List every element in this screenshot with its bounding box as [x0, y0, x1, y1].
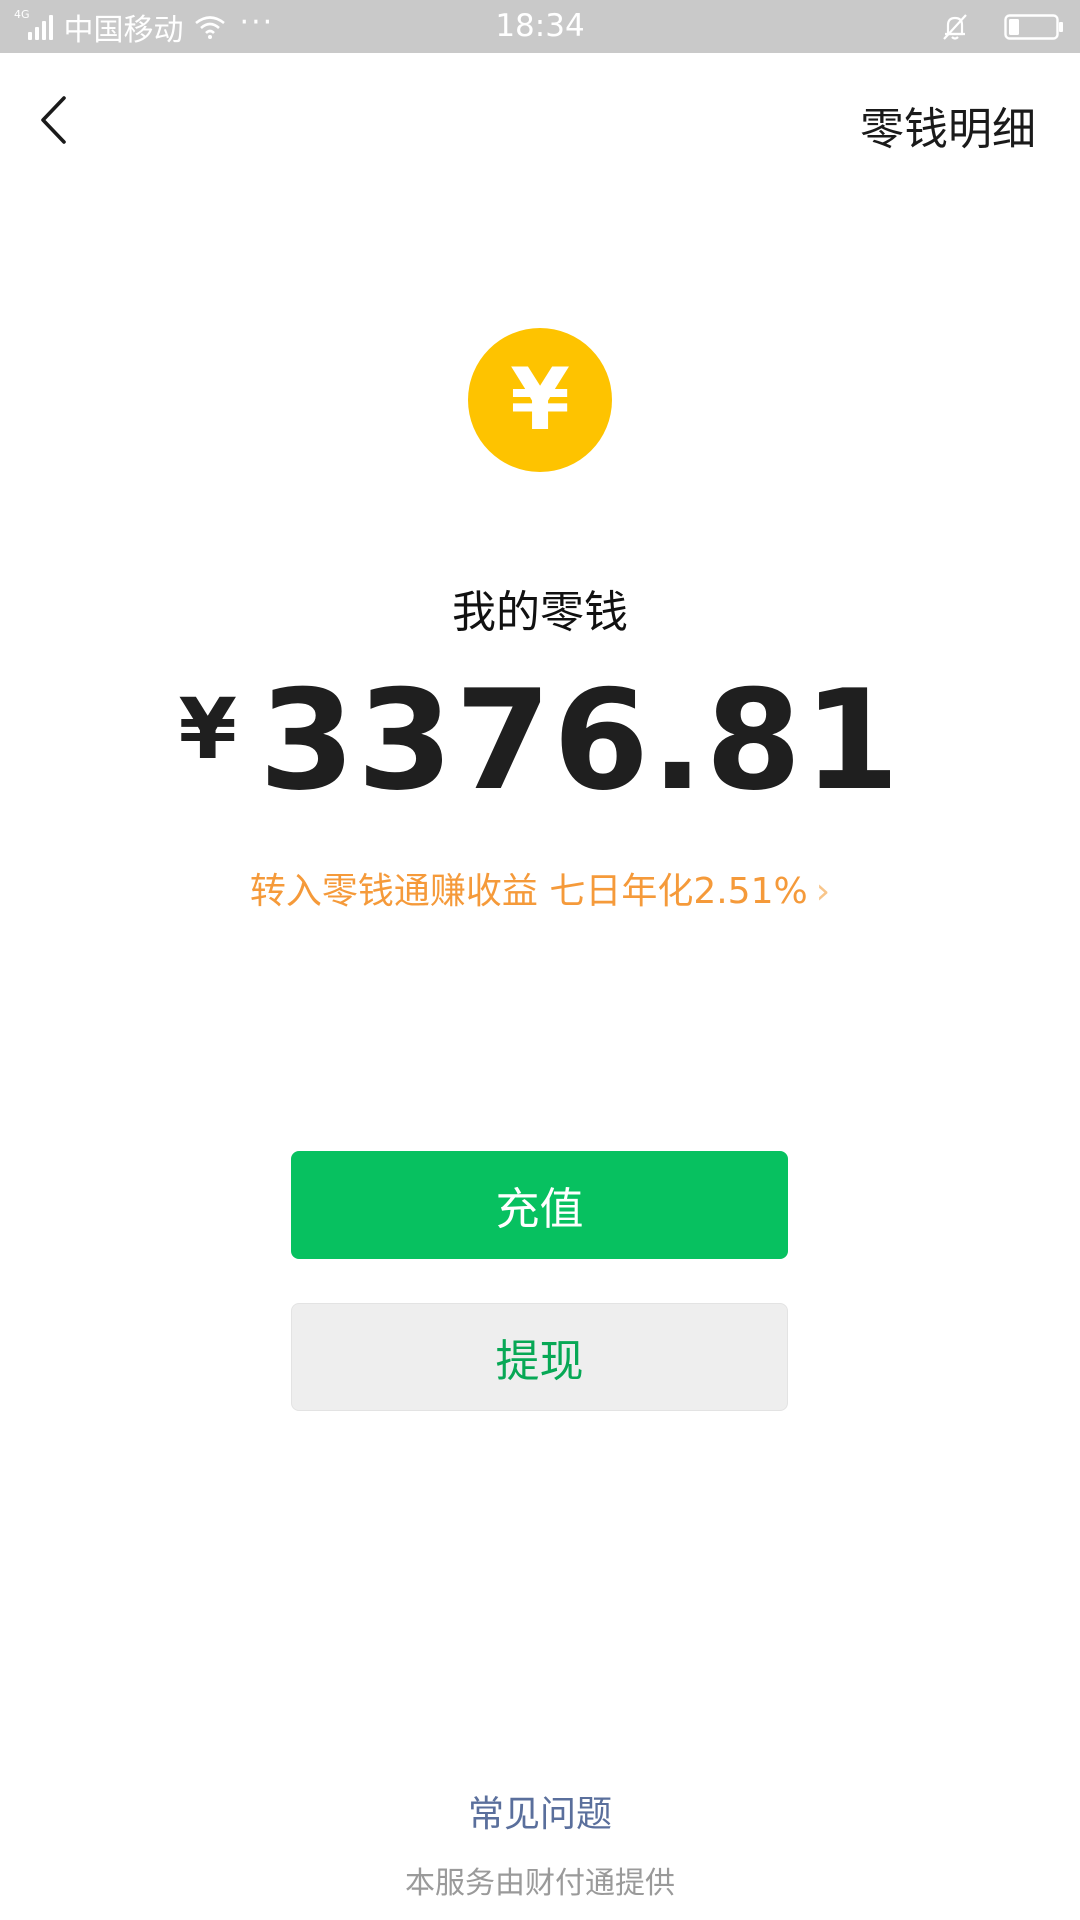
bell-muted-icon [940, 12, 970, 42]
signal-icon [27, 14, 56, 40]
balance-label: 我的零钱 [452, 587, 628, 638]
battery-icon [1004, 13, 1064, 41]
carrier-name: 中国移动 [63, 12, 184, 48]
service-provider-note: 本服务由财付通提供 [405, 1866, 675, 1901]
faq-link[interactable]: 常见问题 [0, 1785, 1080, 1837]
yuan-coin-icon: ¥ [468, 328, 612, 472]
network-type: 4G [14, 8, 30, 21]
currency-symbol: ¥ [178, 680, 237, 778]
coin-symbol: ¥ [510, 350, 570, 450]
balance-details-link[interactable]: 零钱明细 [860, 93, 1036, 157]
more-notifications-indicator: ··· [239, 5, 275, 40]
withdraw-button[interactable]: 提现 [291, 1303, 788, 1411]
recharge-button[interactable]: 充值 [291, 1151, 788, 1259]
nav-bar: 零钱明细 [0, 53, 1080, 187]
status-right [940, 0, 1064, 53]
wifi-icon [194, 15, 226, 39]
balance-value: 3376.81 [258, 660, 902, 821]
balance-amount: ¥3376.81 [0, 660, 1080, 821]
chevron-left-icon[interactable] [28, 89, 78, 151]
promo-text: 转入零钱通赚收益 七日年化2.51% [249, 871, 808, 912]
status-bar: 4G 中国移动 ··· 18:34 [0, 0, 1080, 53]
status-left: 4G 中国移动 ··· [14, 0, 274, 53]
chevron-right-icon: › [815, 871, 831, 912]
lingqiantong-promo-link[interactable]: 转入零钱通赚收益 七日年化2.51% › [0, 862, 1080, 914]
